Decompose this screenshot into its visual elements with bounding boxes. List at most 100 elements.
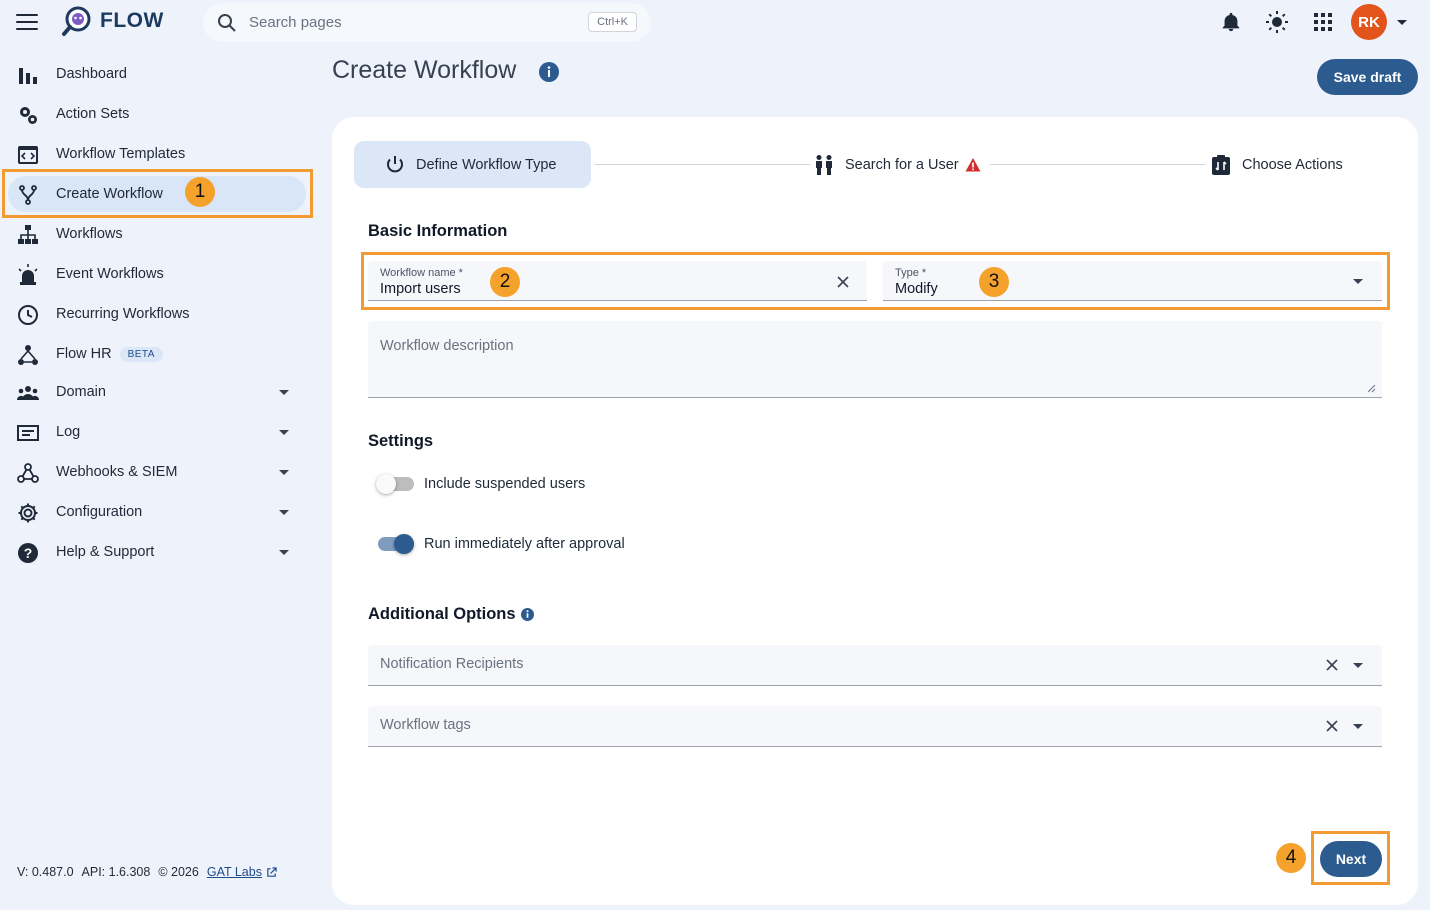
- sidebar-item-workflow-templates[interactable]: Workflow Templates: [0, 134, 320, 174]
- menu-icon[interactable]: [16, 12, 38, 32]
- step-label: Choose Actions: [1242, 156, 1343, 173]
- run-immediately-toggle[interactable]: [378, 534, 414, 554]
- highlight-next-button: [1311, 831, 1390, 885]
- workflow-tags-select[interactable]: Workflow tags: [368, 706, 1382, 747]
- sidebar-item-label: Help & Support: [56, 544, 155, 560]
- gear-icon: [18, 503, 38, 523]
- sidebar-item-label: Workflows: [56, 226, 123, 242]
- copyright: © 2026: [158, 865, 199, 879]
- user-menu-chevron-icon[interactable]: [1397, 19, 1407, 25]
- sidebar-item-label: Configuration: [56, 504, 143, 520]
- step-choose-actions[interactable]: Choose Actions: [1210, 141, 1343, 188]
- expand-chevron-icon[interactable]: [279, 510, 289, 515]
- clear-icon[interactable]: [1325, 719, 1339, 733]
- sidebar-item-label: Domain: [56, 384, 106, 400]
- bar-chart-icon: [19, 68, 37, 84]
- workflow-tags-placeholder: Workflow tags: [380, 717, 471, 733]
- workflow-stepper: Define Workflow Type Search for a User C…: [354, 141, 1394, 189]
- webhook-icon: [17, 463, 39, 483]
- app-logo[interactable]: FLOW: [60, 4, 164, 38]
- user-avatar[interactable]: RK: [1351, 4, 1387, 40]
- notifications-icon[interactable]: [1219, 10, 1243, 34]
- template-icon: [18, 146, 38, 164]
- stepper-connector: [990, 164, 1205, 165]
- stepper-connector: [595, 164, 810, 165]
- sidebar-item-flow-hr[interactable]: Flow HR BETA: [0, 334, 320, 374]
- warning-icon: [965, 157, 981, 171]
- people-icon: [816, 154, 832, 175]
- help-icon: ?: [18, 543, 38, 563]
- app-name: FLOW: [100, 9, 164, 32]
- sidebar-item-log[interactable]: Log: [0, 412, 320, 452]
- create-workflow-card: Define Workflow Type Search for a User C…: [332, 117, 1418, 905]
- toggle-knob: [394, 534, 414, 554]
- save-draft-button[interactable]: Save draft: [1317, 59, 1418, 95]
- external-link-icon[interactable]: [266, 866, 277, 878]
- expand-chevron-icon[interactable]: [279, 430, 289, 435]
- additional-options-title: Additional Options: [368, 605, 516, 623]
- notification-recipients-select[interactable]: Notification Recipients: [368, 645, 1382, 686]
- run-immediately-label: Run immediately after approval: [424, 536, 625, 552]
- expand-chevron-icon[interactable]: [279, 550, 289, 555]
- annotation-badge-2: 2: [490, 267, 520, 297]
- toggle-knob: [376, 474, 396, 494]
- search-shortcut: Ctrl+K: [588, 12, 637, 32]
- expand-chevron-icon[interactable]: [279, 390, 289, 395]
- sidebar-item-domain[interactable]: Domain: [0, 372, 320, 412]
- clipboard-actions-icon: [1212, 154, 1230, 175]
- alarm-light-icon: [18, 264, 38, 285]
- step-search-for-user[interactable]: Search for a User: [813, 141, 981, 188]
- sidebar-item-action-sets[interactable]: Action Sets: [0, 94, 320, 134]
- sidebar-item-label: Flow HR: [56, 346, 112, 362]
- sidebar-item-label: Dashboard: [56, 66, 127, 82]
- info-icon[interactable]: [521, 608, 534, 621]
- beta-badge: BETA: [119, 346, 163, 362]
- people-network-icon: [18, 345, 38, 365]
- app-version: V: 0.487.0: [17, 865, 74, 879]
- step-define-workflow-type[interactable]: Define Workflow Type: [354, 141, 591, 188]
- dropdown-arrow-icon[interactable]: [1353, 724, 1363, 729]
- sidebar-item-configuration[interactable]: Configuration: [0, 492, 320, 532]
- settings-title: Settings: [368, 432, 434, 450]
- clear-icon[interactable]: [1325, 658, 1339, 672]
- api-version: API: 1.6.308: [81, 865, 151, 879]
- version-footer: V: 0.487.0 API: 1.6.308 © 2026 GAT Labs: [17, 865, 277, 879]
- flow-logo-icon: [62, 6, 91, 36]
- highlight-create-workflow: [2, 169, 313, 218]
- expand-chevron-icon[interactable]: [279, 470, 289, 475]
- hierarchy-icon: [18, 225, 38, 244]
- apps-grid-icon[interactable]: [1311, 10, 1335, 34]
- include-suspended-toggle[interactable]: [376, 474, 414, 494]
- page-title: Create Workflow: [332, 56, 517, 84]
- workflow-description-placeholder: Workflow description: [380, 338, 514, 354]
- top-actions: RK: [1219, 0, 1430, 44]
- search-input[interactable]: [249, 14, 549, 31]
- resize-handle-icon[interactable]: [1366, 383, 1376, 393]
- dropdown-arrow-icon[interactable]: [1353, 663, 1363, 668]
- step-label: Search for a User: [845, 156, 959, 173]
- theme-toggle-icon[interactable]: [1265, 10, 1289, 34]
- sidebar-item-recurring-workflows[interactable]: Recurring Workflows: [0, 294, 320, 334]
- annotation-badge-1: 1: [185, 177, 215, 207]
- basic-information-title: Basic Information: [368, 222, 508, 240]
- info-icon[interactable]: [539, 62, 559, 82]
- sidebar-item-webhooks-siem[interactable]: Webhooks & SIEM: [0, 452, 320, 492]
- gat-labs-link[interactable]: GAT Labs: [207, 865, 262, 879]
- notification-recipients-placeholder: Notification Recipients: [380, 656, 524, 672]
- sidebar-item-label: Event Workflows: [56, 266, 164, 282]
- search-bar[interactable]: Ctrl+K: [203, 3, 651, 42]
- clock-icon: [18, 305, 38, 325]
- sidebar-item-help-support[interactable]: ? Help & Support: [0, 532, 320, 572]
- power-icon: [387, 155, 403, 172]
- sidebar-item-label: Action Sets: [56, 106, 130, 122]
- search-icon: [218, 13, 236, 32]
- group-icon: [17, 386, 39, 400]
- sidebar-item-workflows[interactable]: Workflows: [0, 214, 320, 254]
- sidebar-item-dashboard[interactable]: Dashboard: [0, 54, 320, 94]
- sidebar-item-event-workflows[interactable]: Event Workflows: [0, 254, 320, 294]
- sidebar-item-label: Recurring Workflows: [56, 306, 190, 322]
- workflow-description-field[interactable]: Workflow description: [368, 321, 1382, 398]
- step-label: Define Workflow Type: [416, 156, 557, 173]
- annotation-badge-4: 4: [1276, 843, 1306, 873]
- annotation-badge-3: 3: [979, 267, 1009, 297]
